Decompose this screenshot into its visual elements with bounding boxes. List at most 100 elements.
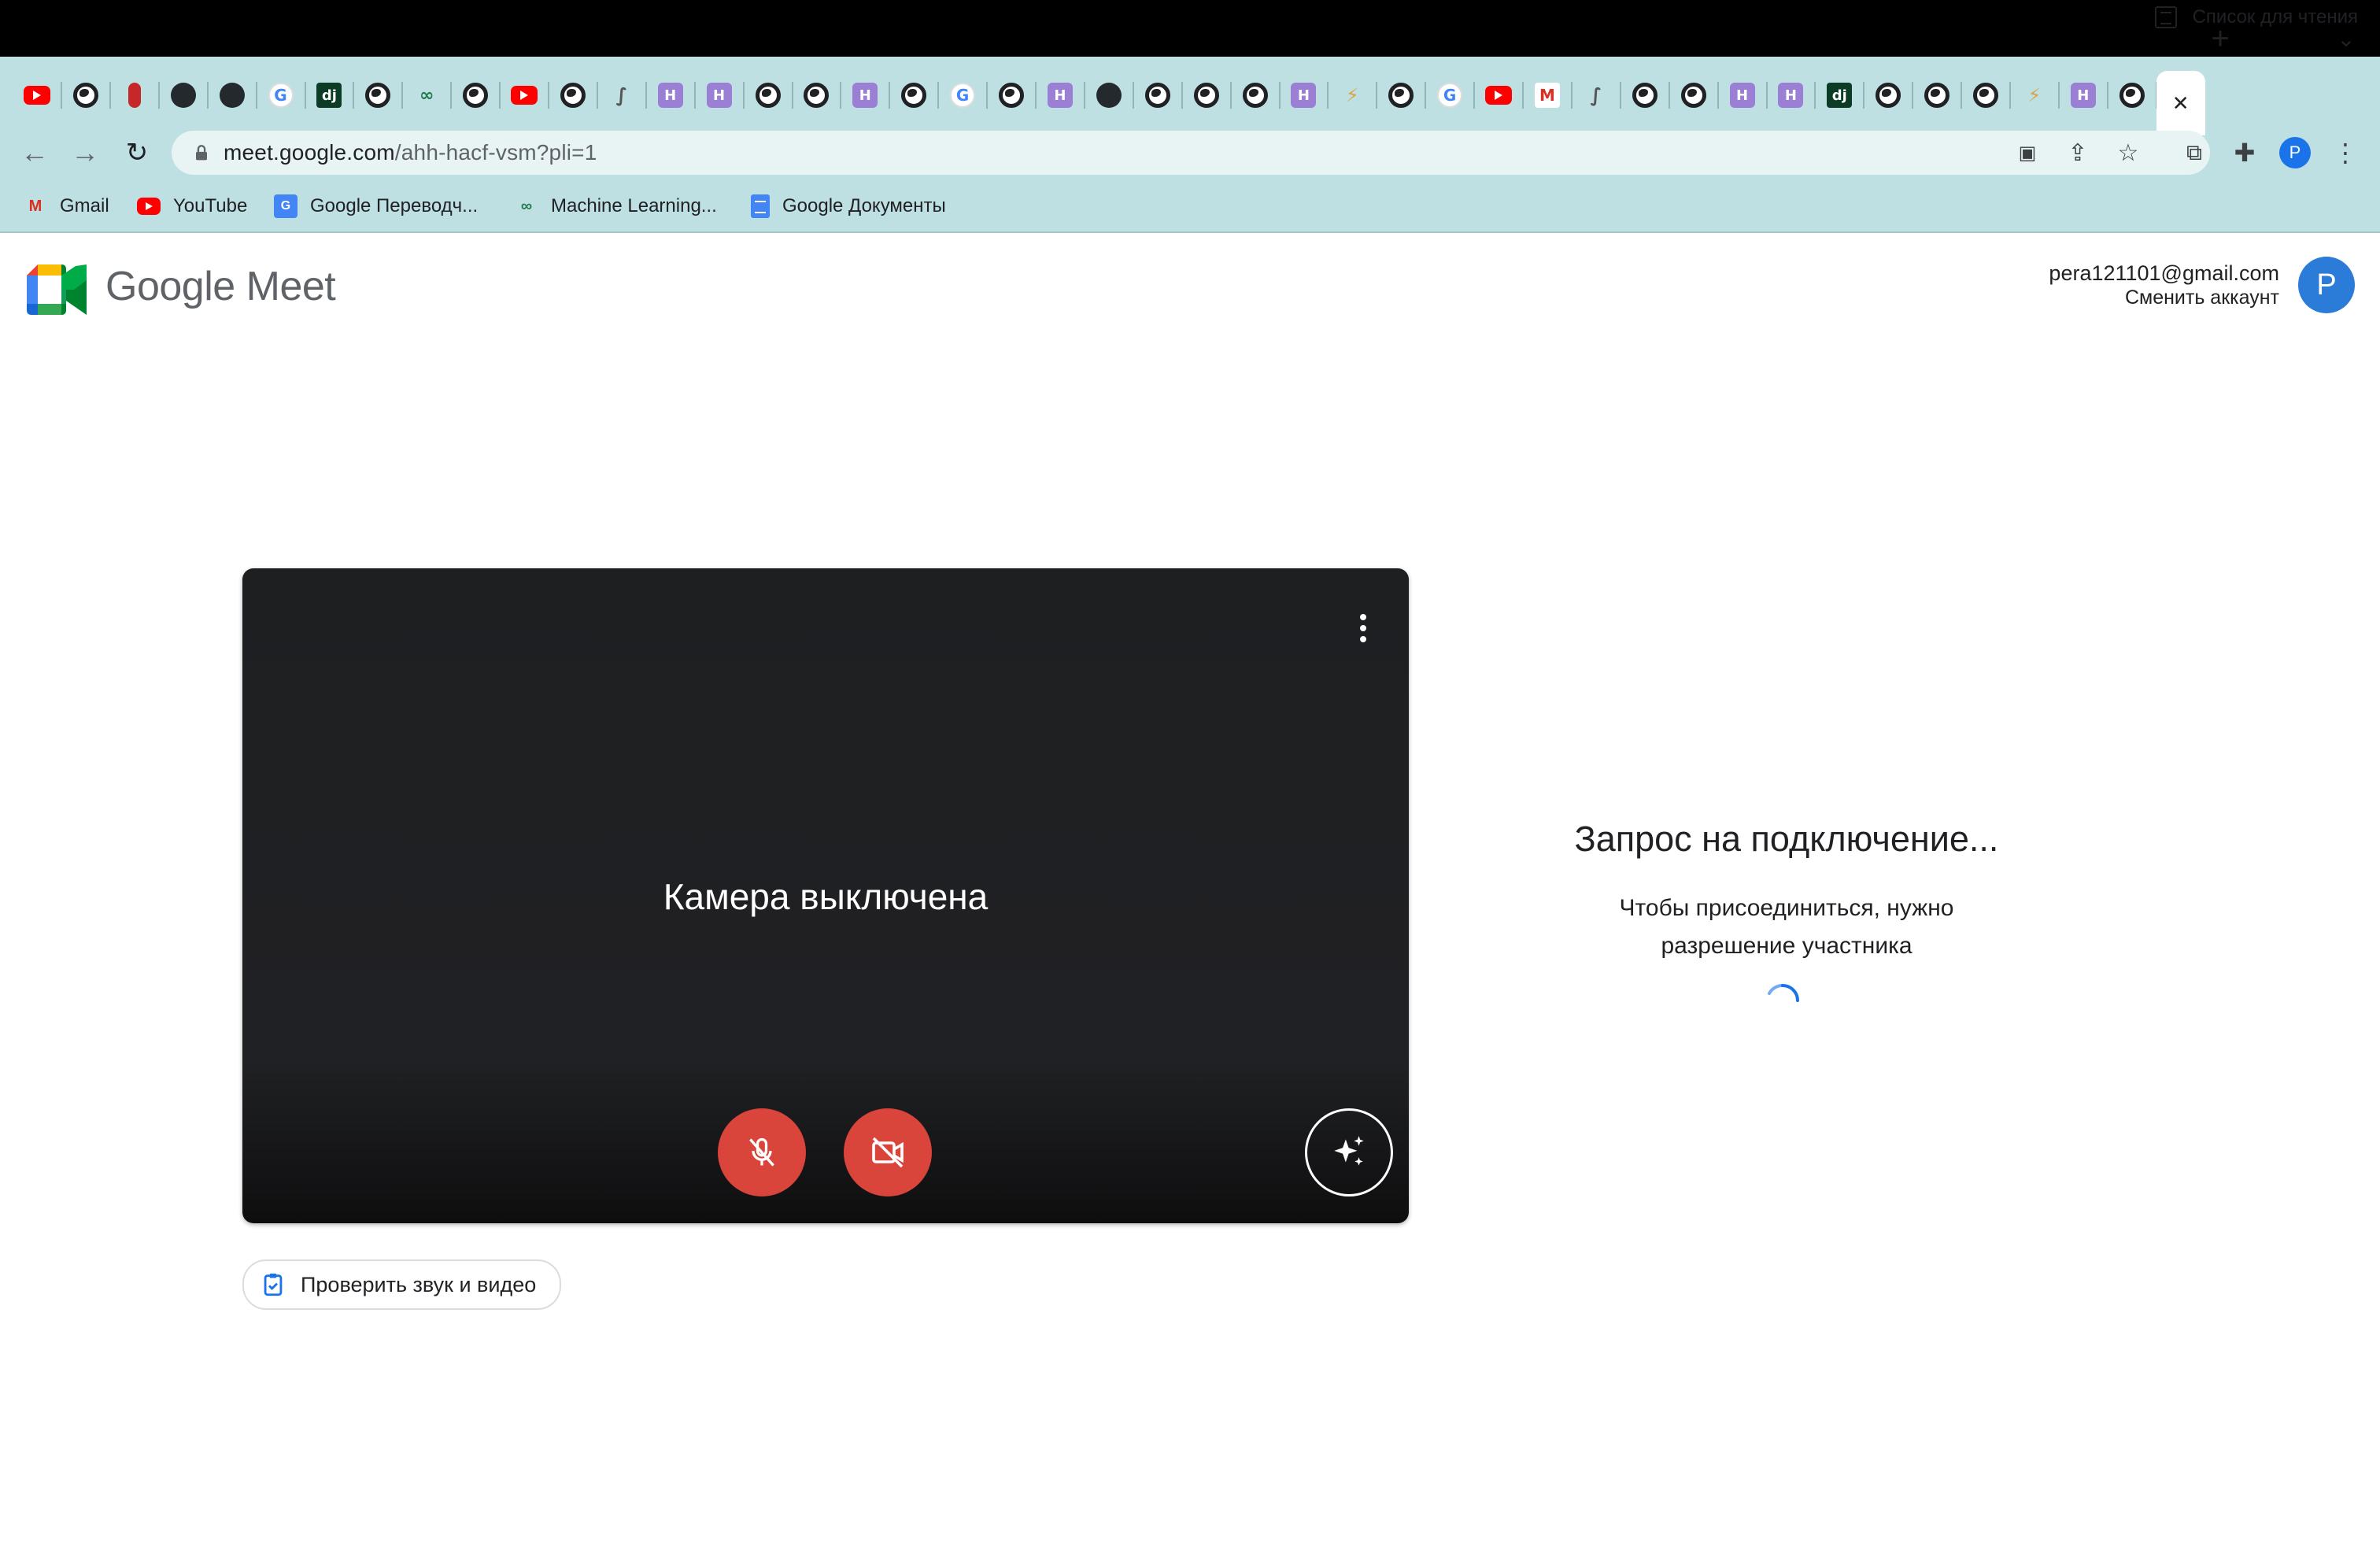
globe-icon [755, 83, 781, 108]
browser-tab[interactable] [353, 71, 404, 120]
bookmark-item[interactable]: M Gmail [24, 189, 109, 224]
close-icon[interactable]: ✕ [2172, 91, 2190, 116]
account-email: pera121101@gmail.com [2049, 261, 2279, 285]
browser-tab[interactable]: G [257, 71, 306, 120]
browser-tab[interactable]: M [1523, 71, 1572, 120]
browser-tab[interactable] [500, 71, 549, 120]
red-dot-icon [128, 83, 141, 108]
more-options-icon[interactable] [1347, 606, 1379, 650]
browser-tab[interactable]: G [1425, 71, 1476, 120]
browser-tab[interactable] [110, 71, 160, 120]
globe-icon [1973, 83, 1998, 108]
visual-effects-button[interactable] [1305, 1108, 1393, 1196]
google-icon: G [1437, 83, 1463, 108]
browser-tab[interactable] [1474, 71, 1524, 120]
browser-tab[interactable] [1133, 71, 1183, 120]
browser-tab[interactable] [1085, 71, 1134, 120]
browser-tab[interactable] [159, 71, 209, 120]
join-desc-line2: разрешение участника [1661, 933, 1913, 959]
browser-tab[interactable] [61, 71, 111, 120]
browser-tab[interactable] [549, 71, 598, 120]
bookmark-star-icon[interactable]: ☆ [2112, 137, 2144, 168]
hexlet-icon: H [1291, 83, 1317, 108]
join-request-title: Запрос на подключение... [1574, 819, 1999, 859]
bookmark-item[interactable]: YouTube [137, 189, 247, 224]
url-path: /ahh-hacf-vsm?pli=1 [394, 140, 597, 165]
account-avatar[interactable]: P [2298, 257, 2355, 313]
browser-tab[interactable] [1864, 71, 1914, 120]
browser-tab[interactable] [13, 71, 62, 120]
youtube-icon [1485, 86, 1512, 105]
browser-tab[interactable]: ∫ [597, 71, 647, 120]
url-text: meet.google.com/ahh-hacf-vsm?pli=1 [224, 140, 597, 165]
browser-tab[interactable] [1961, 71, 2011, 120]
hexlet-icon: H [706, 83, 732, 108]
browser-tab[interactable] [889, 71, 940, 120]
browser-toolbar: ← → ↻ meet.google.com/ahh-hacf-vsm?pli=1… [0, 131, 2380, 175]
browser-tab[interactable]: H [2059, 71, 2108, 120]
yellow-icon: ⚡ [1345, 84, 1359, 106]
browser-tab[interactable] [208, 71, 257, 120]
tab-groups-icon[interactable]: ⧉ [2179, 137, 2210, 168]
browser-tab[interactable]: H [1279, 71, 1329, 120]
browser-tab[interactable] [1621, 71, 1670, 120]
globe-icon [1193, 83, 1219, 108]
browser-tab[interactable] [1377, 71, 1427, 120]
google-meet-title: Google Meet [105, 263, 336, 310]
bookmark-item[interactable]: Google Документы [751, 189, 946, 224]
bookmark-item[interactable]: ∞ Machine Learning... [515, 189, 717, 224]
forward-button[interactable]: → [63, 131, 107, 175]
reload-button[interactable]: ↻ [115, 131, 159, 175]
browser-tab[interactable]: H [1036, 71, 1085, 120]
back-button[interactable]: ← [13, 131, 57, 175]
camera-blocked-icon[interactable]: ▣ [2012, 137, 2043, 168]
browser-tab[interactable]: ∫ [1572, 71, 1621, 120]
reading-list-button[interactable]: Список для чтения [2154, 0, 2358, 35]
machine-learning-icon: ∞ [520, 197, 533, 215]
browser-tab[interactable]: dj [1815, 71, 1865, 120]
gmail-icon: M [1534, 83, 1560, 108]
browser-tab[interactable]: ∞ [402, 71, 453, 120]
browser-tab[interactable]: H [1718, 71, 1768, 120]
hexlet-icon: H [1778, 83, 1804, 108]
join-request-description: Чтобы присоединиться, нужно разрешение у… [1550, 890, 2023, 965]
browser-tab[interactable]: ⚡ [1328, 71, 1378, 120]
address-bar[interactable]: meet.google.com/ahh-hacf-vsm?pli=1 ▣ ⇪ ☆ [172, 131, 2210, 175]
globe-icon [1388, 83, 1414, 108]
browser-profile-avatar[interactable]: P [2279, 137, 2311, 168]
extensions-puzzle-icon[interactable]: ✚ [2229, 137, 2260, 168]
browser-tab[interactable] [1913, 71, 1963, 120]
browser-tab[interactable]: G [938, 71, 989, 120]
browser-menu-icon[interactable]: ⋮ [2330, 137, 2361, 168]
microphone-toggle-button[interactable] [718, 1108, 806, 1196]
github-icon [219, 83, 245, 108]
browser-tab[interactable]: H [841, 71, 891, 120]
chrome-divider [0, 231, 2380, 233]
browser-tab[interactable]: ✕ [2156, 71, 2205, 135]
switch-account-link[interactable]: Сменить аккаунт [2125, 287, 2279, 309]
browser-tab[interactable] [987, 71, 1037, 120]
bookmark-label: Google Переводч... [310, 195, 479, 216]
check-audio-video-button[interactable]: Проверить звук и видео [242, 1259, 562, 1310]
google-wordmark: Google [105, 264, 235, 309]
browser-tab[interactable]: H [1766, 71, 1816, 120]
bookmark-item[interactable]: G Google Переводч... [274, 189, 478, 224]
globe-icon [999, 83, 1024, 108]
browser-tab[interactable]: H [695, 71, 745, 120]
globe-icon [365, 83, 391, 108]
share-icon[interactable]: ⇪ [2062, 137, 2094, 168]
hexlet-icon: H [852, 83, 878, 108]
loading-spinner-icon [1768, 983, 1799, 1002]
browser-tab[interactable] [744, 71, 793, 120]
browser-tab[interactable] [1231, 71, 1281, 120]
browser-tab[interactable]: H [646, 71, 696, 120]
browser-tab[interactable]: dj [305, 71, 355, 120]
browser-tab[interactable] [451, 71, 501, 120]
browser-tab[interactable] [2108, 71, 2157, 120]
browser-tab[interactable] [792, 71, 842, 120]
browser-tab[interactable] [1182, 71, 1232, 120]
camera-toggle-button[interactable] [844, 1108, 932, 1196]
browser-tab[interactable]: ⚡ [2010, 71, 2060, 120]
globe-icon [804, 83, 830, 108]
browser-tab[interactable] [1669, 71, 1719, 120]
